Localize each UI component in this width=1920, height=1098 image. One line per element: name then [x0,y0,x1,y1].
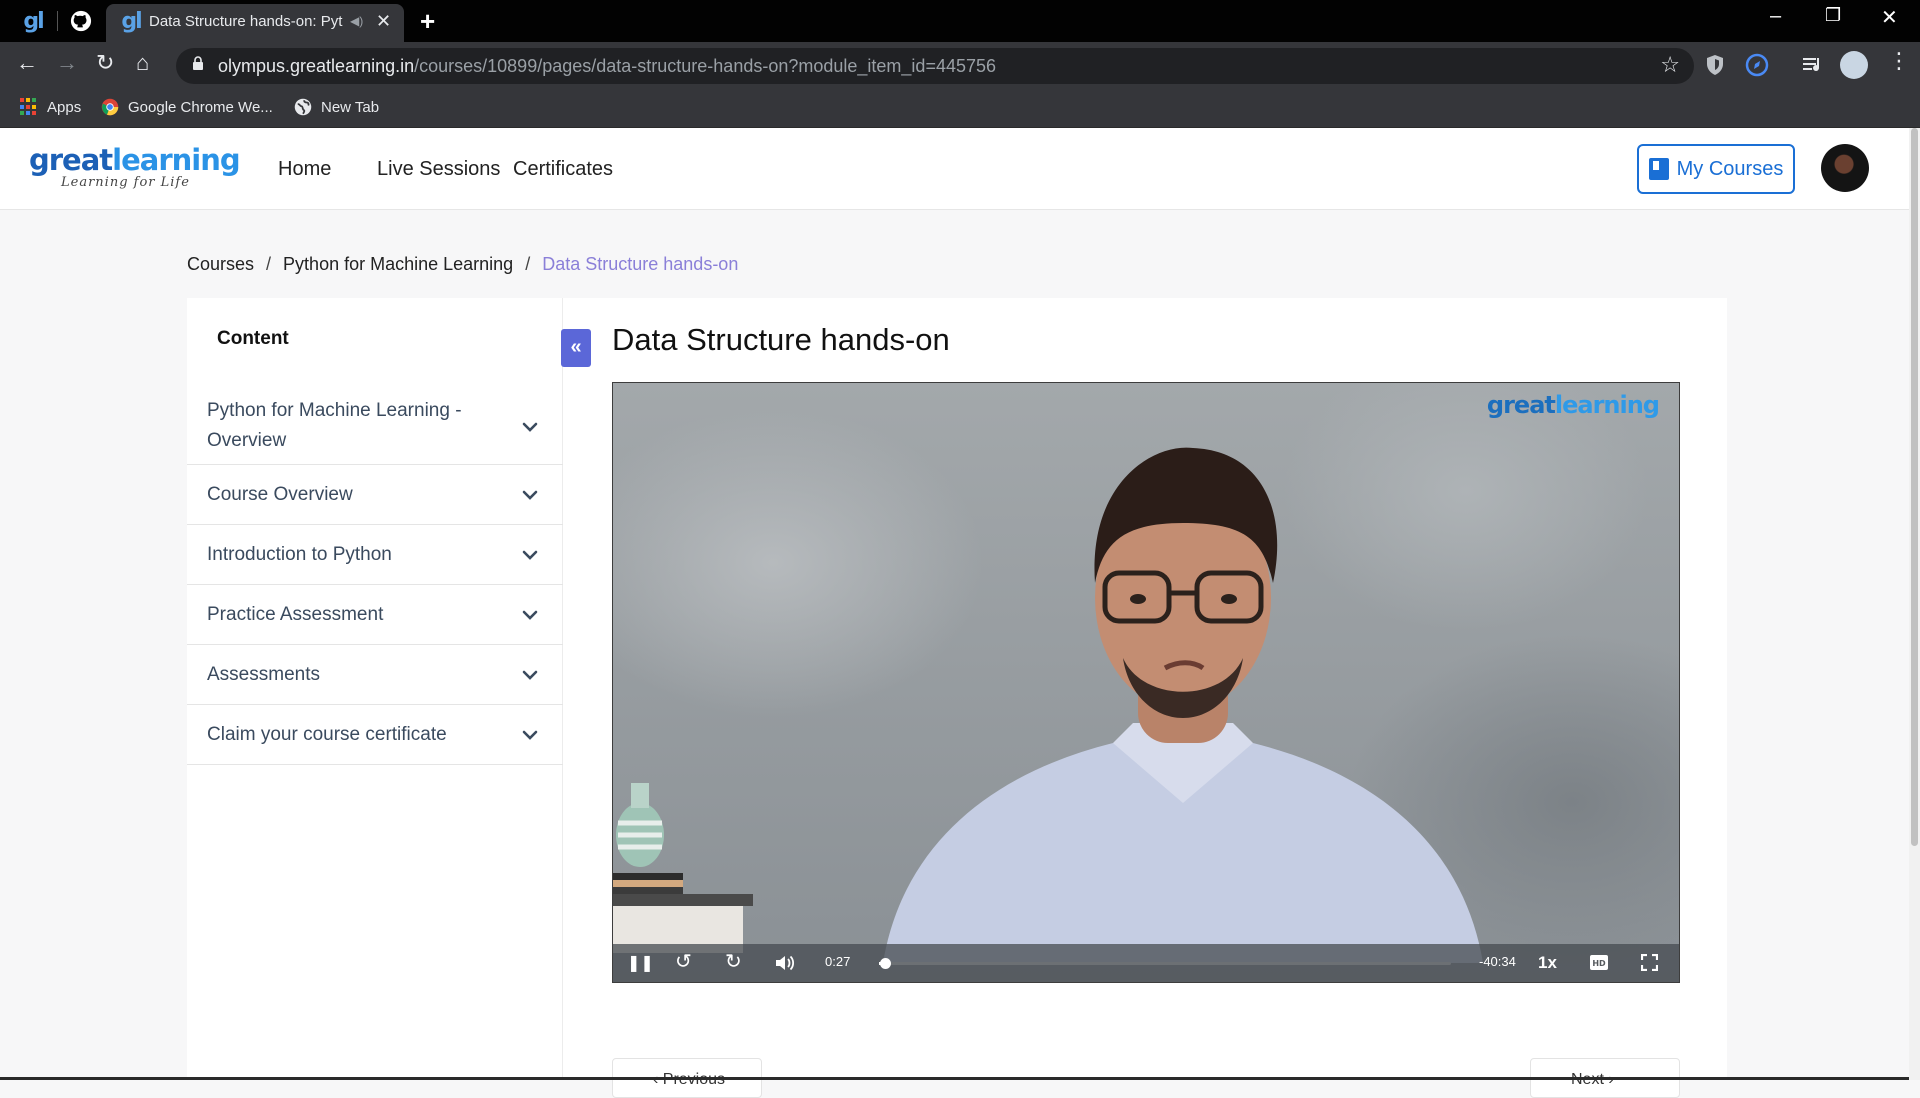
nav-certificates[interactable]: Certificates [513,158,613,181]
bookmark-new-tab[interactable]: New Tab [294,98,379,116]
tab-separator [57,11,58,31]
fullscreen-icon[interactable] [1641,954,1658,971]
greatlearning-favicon-icon: gl [121,8,142,34]
sidebar-item-intro-python[interactable]: Introduction to Python [187,525,563,585]
video-player[interactable]: greatlearning ❚❚ ↺ ↻ 0:27 -40:34 1x HD [612,382,1680,983]
logo-wordmark: greatlearning [29,143,241,177]
video-controls: ❚❚ ↺ ↻ 0:27 -40:34 1x HD [613,944,1679,982]
url-text: olympus.greatlearning.in/courses/10899/p… [218,56,996,77]
chevron-down-icon [522,550,538,560]
page-title: Data Structure hands-on [612,322,950,357]
forward-skip-icon[interactable]: ↻ [725,952,742,972]
collapse-sidebar-button[interactable]: « [561,329,591,367]
elapsed-time: 0:27 [825,954,851,969]
sidebar-item-claim-certificate[interactable]: Claim your course certificate [187,705,563,765]
playback-speed[interactable]: 1x [1538,953,1557,973]
bookmark-label: Google Chrome We... [128,98,273,116]
sidebar-item-overview[interactable]: Python for Machine Learning - Overview [187,388,563,465]
my-courses-button[interactable]: My Courses [1637,144,1795,194]
bookmark-apps[interactable]: Apps [20,98,81,116]
bookmark-chrome-web-store[interactable]: Google Chrome We... [101,98,273,116]
media-queue-icon[interactable] [1801,53,1825,77]
forward-icon[interactable]: → [56,50,78,76]
tab-title: Data Structure hands-on: Pyt [149,13,343,30]
breadcrumb-current: Data Structure hands-on [542,254,739,274]
chevron-down-icon [522,670,538,680]
my-courses-label: My Courses [1676,157,1784,180]
video-watermark: greatlearning [1486,391,1660,419]
hd-quality-icon[interactable]: HD [1590,955,1608,970]
breadcrumb-course[interactable]: Python for Machine Learning [283,254,513,274]
tab-audio-icon[interactable]: ◀︎) [350,14,363,28]
chrome-icon [101,98,119,116]
seek-bar[interactable] [879,958,1451,969]
rewind-icon[interactable]: ↺ [675,952,692,972]
home-icon[interactable]: ⌂ [136,50,149,76]
seek-knob[interactable] [880,958,891,969]
bookmark-star-icon[interactable]: ☆ [1660,52,1680,78]
remaining-time: -40:34 [1479,954,1516,969]
chevron-down-icon [522,422,538,432]
tab-close-icon[interactable]: ✕ [376,11,391,32]
sidebar-item-label: Introduction to Python [207,544,392,565]
nav-live-sessions[interactable]: Live Sessions [377,158,500,181]
url-host: olympus.greatlearning.in [218,56,415,76]
chevron-down-icon [522,730,538,740]
bookmark-label: New Tab [321,98,380,116]
pause-icon[interactable]: ❚❚ [627,954,654,974]
sidebar-item-label: Python for Machine Learning - Overview [207,400,462,451]
bookmark-book-icon [1648,158,1669,180]
greatlearning-tab-icon[interactable]: gl [20,8,46,34]
sidebar-item-label: Practice Assessment [207,604,384,625]
compass-extension-icon[interactable] [1745,53,1769,77]
chevron-down-icon [522,490,538,500]
minimize-icon[interactable]: – [1770,5,1781,28]
lock-icon [193,56,203,70]
sidebar-item-label: Assessments [207,664,320,685]
sidebar-item-practice-assessment[interactable]: Practice Assessment [187,585,563,645]
bookmark-label: Apps [47,98,82,116]
shelf-props-image [613,783,753,953]
page-scrollbar[interactable] [1909,128,1920,1080]
sidebar-title: Content [217,328,289,349]
svg-text:HD: HD [1592,959,1606,968]
site-header: greatlearning Learning for Life Home Liv… [0,128,1920,210]
reload-icon[interactable]: ↻ [96,50,114,76]
presenter-image [883,447,1483,963]
globe-icon [294,98,312,116]
greatlearning-logo[interactable]: greatlearning Learning for Life [29,143,241,190]
browser-toolbar: ← → ↻ ⌂ olympus.greatlearning.in/courses… [0,42,1920,88]
volume-icon[interactable] [775,954,795,972]
logo-tagline: Learning for Life [61,175,190,190]
url-path: /courses/10899/pages/data-structure-hand… [414,56,997,76]
back-icon[interactable]: ← [16,50,38,76]
restore-icon[interactable]: ❐ [1825,5,1841,26]
nav-home[interactable]: Home [278,158,331,181]
user-avatar[interactable] [1821,144,1869,192]
apps-grid-icon [20,98,38,116]
chevron-down-icon [522,610,538,620]
bookmarks-bar: Apps Google Chrome We... New Tab [0,88,1920,128]
browser-menu-icon[interactable]: ⋮ [1888,48,1910,74]
content-sidebar: Content Python for Machine Learning - Ov… [187,298,563,1080]
breadcrumb-courses[interactable]: Courses [187,254,254,274]
sidebar-item-label: Claim your course certificate [207,724,447,745]
browser-tab-bar: gl gl Data Structure hands-on: Pyt ◀︎) ✕… [0,0,1920,42]
scrollbar-thumb[interactable] [1911,128,1918,846]
github-tab-icon[interactable] [68,8,94,34]
shield-extension-icon[interactable] [1703,53,1727,77]
new-tab-button[interactable]: + [420,6,435,37]
sidebar-item-course-overview[interactable]: Course Overview [187,465,563,525]
sidebar-item-label: Course Overview [207,484,353,505]
profile-icon[interactable] [1840,51,1868,79]
address-bar[interactable]: olympus.greatlearning.in/courses/10899/p… [176,48,1694,84]
tab-active[interactable]: gl Data Structure hands-on: Pyt ◀︎) ✕ [106,4,404,42]
close-window-icon[interactable]: ✕ [1881,5,1898,30]
sidebar-item-assessments[interactable]: Assessments [187,645,563,705]
breadcrumb: Courses / Python for Machine Learning / Data… [187,254,739,274]
